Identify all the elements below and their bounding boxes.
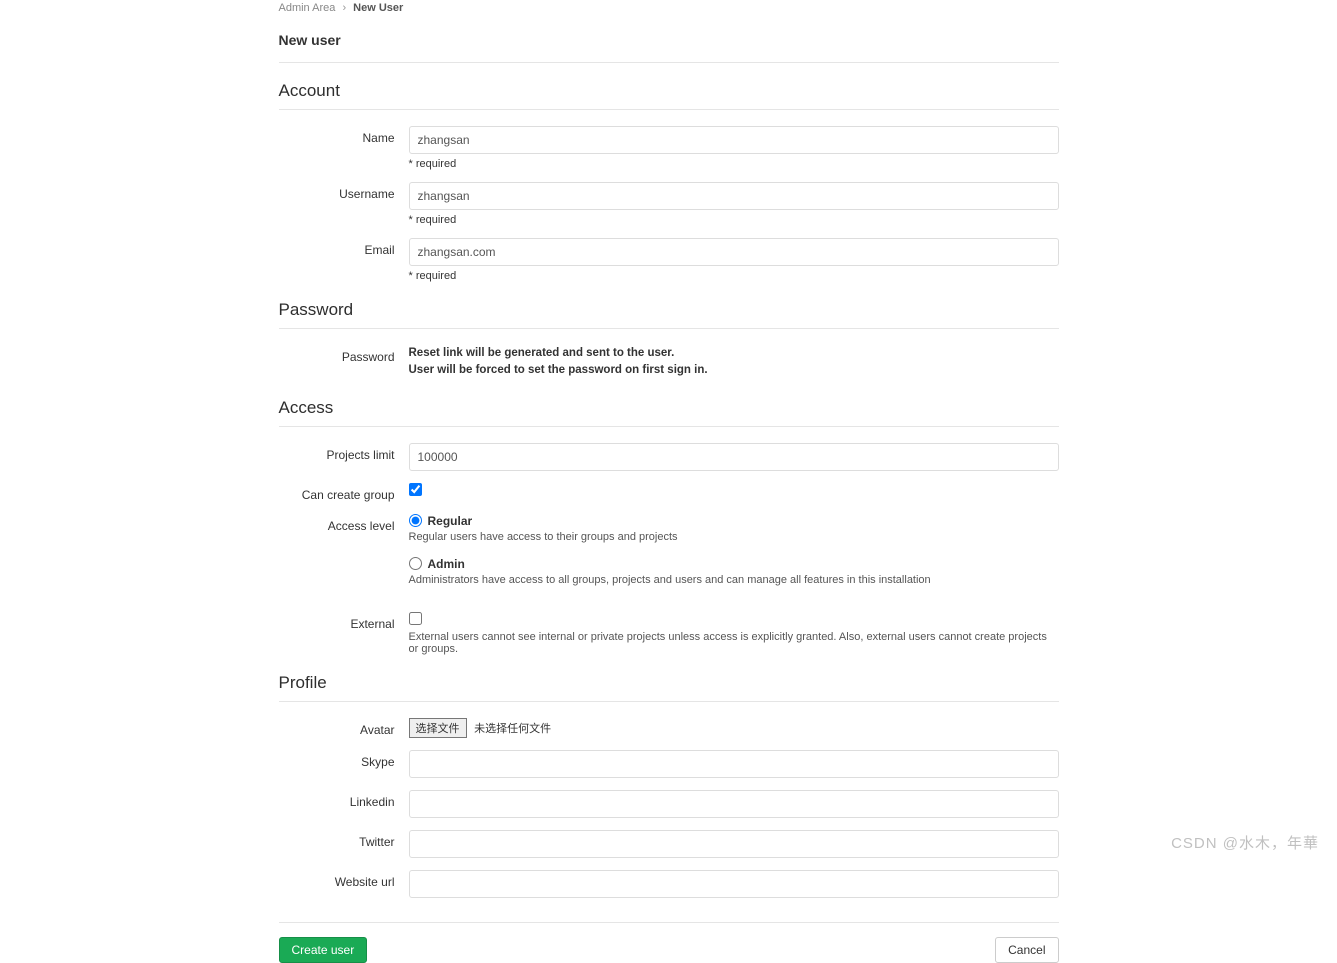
external-label: External (279, 612, 409, 631)
section-password-heading: Password (279, 300, 1059, 329)
twitter-label: Twitter (279, 830, 409, 849)
username-label: Username (279, 182, 409, 201)
cancel-button[interactable]: Cancel (995, 937, 1058, 963)
projects-limit-input[interactable] (409, 443, 1059, 471)
linkedin-input[interactable] (409, 790, 1059, 818)
username-input[interactable] (409, 182, 1059, 210)
access-level-regular-label: Regular (428, 514, 473, 528)
section-access-heading: Access (279, 398, 1059, 427)
password-info-1: Reset link will be generated and sent to… (409, 345, 1059, 362)
username-required: * required (409, 214, 1059, 226)
breadcrumb-current: New User (353, 2, 403, 14)
access-level-admin-label: Admin (428, 557, 465, 571)
avatar-label: Avatar (279, 718, 409, 737)
create-user-button[interactable]: Create user (279, 937, 368, 963)
password-info-2: User will be forced to set the password … (409, 362, 1059, 379)
avatar-file-status: 未选择任何文件 (474, 723, 551, 735)
name-input[interactable] (409, 126, 1059, 154)
access-level-admin-radio[interactable] (409, 557, 422, 570)
page-title: New user (279, 32, 1059, 63)
email-input[interactable] (409, 238, 1059, 266)
name-required: * required (409, 158, 1059, 170)
email-label: Email (279, 238, 409, 257)
section-account-heading: Account (279, 81, 1059, 110)
projects-limit-label: Projects limit (279, 443, 409, 462)
chevron-right-icon: › (342, 2, 346, 14)
skype-input[interactable] (409, 750, 1059, 778)
access-level-label: Access level (279, 514, 409, 533)
access-level-regular-radio[interactable] (409, 514, 422, 527)
email-required: * required (409, 270, 1059, 282)
skype-label: Skype (279, 750, 409, 769)
website-url-label: Website url (279, 870, 409, 889)
breadcrumb-admin-area[interactable]: Admin Area (279, 2, 336, 14)
twitter-input[interactable] (409, 830, 1059, 858)
section-profile-heading: Profile (279, 673, 1059, 702)
breadcrumb: Admin Area › New User (279, 2, 1059, 14)
avatar-choose-file-button[interactable]: 选择文件 (409, 718, 467, 738)
access-level-admin-help: Administrators have access to all groups… (409, 574, 1059, 586)
password-label: Password (279, 345, 409, 364)
can-create-group-label: Can create group (279, 483, 409, 502)
can-create-group-checkbox[interactable] (409, 483, 422, 496)
name-label: Name (279, 126, 409, 145)
external-checkbox[interactable] (409, 612, 422, 625)
watermark: CSDN @水木，年華 (1171, 832, 1319, 853)
external-help: External users cannot see internal or pr… (409, 631, 1059, 655)
linkedin-label: Linkedin (279, 790, 409, 809)
access-level-regular-help: Regular users have access to their group… (409, 531, 1059, 543)
website-url-input[interactable] (409, 870, 1059, 898)
